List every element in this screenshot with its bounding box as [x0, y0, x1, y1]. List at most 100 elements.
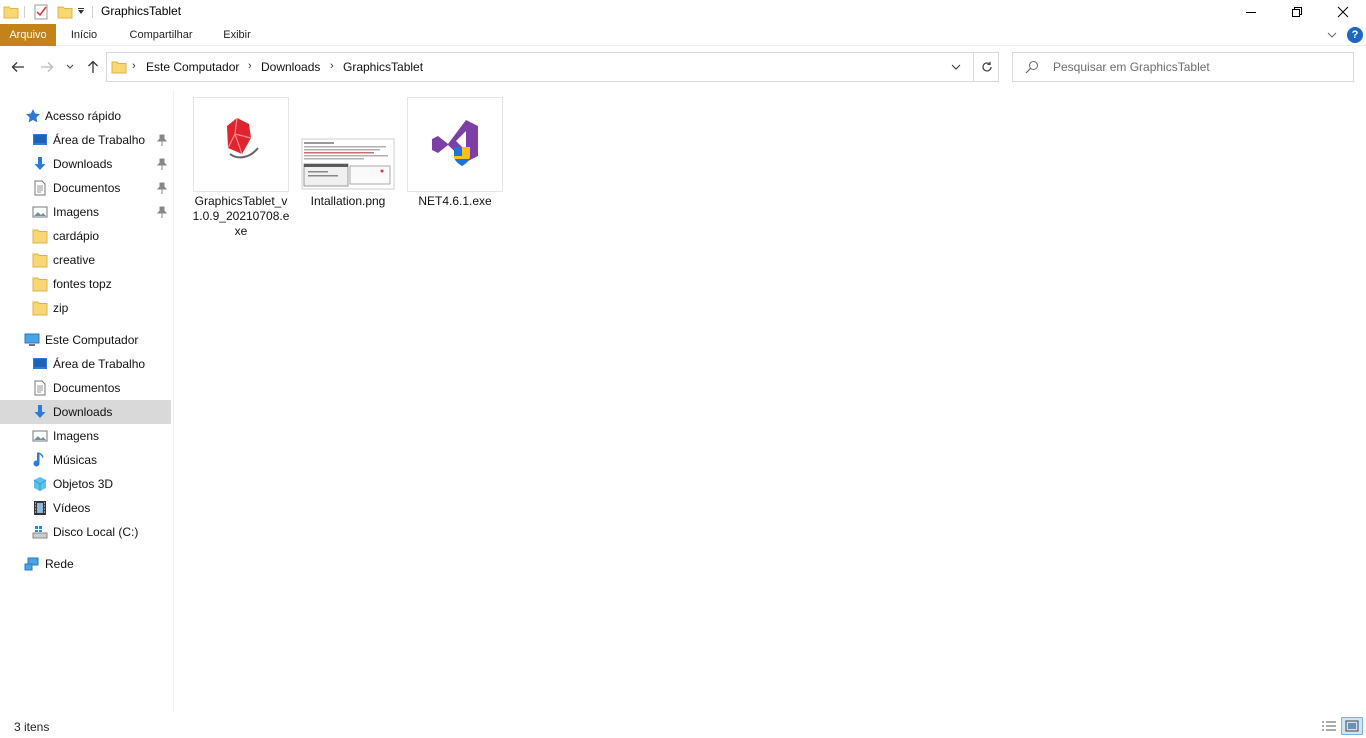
item-count: 3 itens [14, 720, 50, 734]
nav-label: Este Computador [45, 333, 139, 347]
nav-label: Downloads [53, 405, 113, 419]
navigation-pane: Acesso rápido Área de Trabalho Downloads… [0, 90, 172, 712]
folder-icon [3, 4, 19, 20]
up-button[interactable] [83, 57, 103, 77]
nav-item-pictures[interactable]: Imagens [0, 424, 171, 448]
pane-divider[interactable] [173, 90, 174, 712]
close-icon [1337, 6, 1349, 18]
nav-label: Downloads [53, 157, 113, 171]
nav-item-pictures[interactable]: Imagens [0, 200, 171, 224]
folder-icon [32, 277, 48, 292]
nav-item-local-disk[interactable]: Disco Local (C:) [0, 520, 171, 544]
search-icon [1025, 60, 1039, 77]
breadcrumb-chevron-icon[interactable]: › [248, 60, 252, 72]
visual-studio-shield-icon [407, 97, 503, 192]
nav-item-folder[interactable]: zip [0, 296, 171, 320]
tab-view[interactable]: Exibir [216, 24, 258, 46]
large-icons-view-icon [1345, 720, 1359, 732]
nav-label: Rede [45, 557, 74, 571]
nav-label: Vídeos [53, 501, 91, 515]
folder-icon [32, 229, 48, 244]
nav-label: Imagens [53, 429, 100, 443]
nav-item-music[interactable]: Músicas [0, 448, 171, 472]
pictures-icon [32, 206, 48, 218]
nav-item-downloads[interactable]: Downloads [0, 152, 171, 176]
tab-share[interactable]: Compartilhar [120, 24, 202, 46]
nav-item-documents[interactable]: Documentos [0, 376, 171, 400]
tab-file[interactable]: Arquivo [0, 24, 56, 46]
tab-home[interactable]: Início [62, 24, 106, 46]
pin-icon[interactable] [157, 134, 167, 146]
nav-item-folder[interactable]: creative [0, 248, 171, 272]
large-icons-view-button[interactable] [1341, 717, 1363, 735]
breadcrumb-item[interactable]: Downloads [261, 60, 320, 74]
cube-3d-icon [33, 477, 47, 491]
minimize-button[interactable] [1228, 0, 1274, 24]
expand-ribbon-chevron-icon[interactable] [1324, 27, 1340, 43]
folder-icon [32, 301, 48, 316]
image-thumbnail [300, 97, 396, 192]
music-note-icon [33, 452, 44, 467]
refresh-icon [981, 61, 992, 72]
properties-icon[interactable] [33, 4, 49, 20]
separator [24, 6, 25, 18]
nav-label: Imagens [53, 205, 100, 219]
restore-button[interactable] [1274, 0, 1320, 24]
pin-icon[interactable] [157, 158, 167, 170]
pin-icon[interactable] [157, 206, 167, 218]
nav-label: Área de Trabalho [53, 133, 146, 147]
breadcrumb-item[interactable]: Este Computador [146, 60, 239, 74]
back-button[interactable] [8, 57, 28, 77]
nav-item-folder[interactable]: cardápio [0, 224, 171, 248]
window-title: GraphicsTablet [101, 4, 182, 18]
nav-item-desktop[interactable]: Área de Trabalho [0, 352, 171, 376]
pin-icon[interactable] [157, 182, 167, 194]
nav-label: Disco Local (C:) [53, 525, 139, 539]
computer-icon [24, 333, 40, 346]
help-icon[interactable]: ? [1347, 27, 1363, 43]
details-view-button[interactable] [1319, 717, 1339, 735]
nav-quick-access[interactable]: Acesso rápido [0, 104, 171, 128]
refresh-button[interactable] [973, 53, 999, 81]
nav-label: zip [53, 301, 69, 315]
nav-item-documents[interactable]: Documentos [0, 176, 171, 200]
customize-toolbar-chevron-icon[interactable] [76, 4, 86, 20]
search-input[interactable]: Pesquisar em GraphicsTablet [1012, 52, 1354, 82]
minimize-icon [1246, 12, 1256, 13]
film-icon [34, 501, 46, 515]
nav-item-desktop[interactable]: Área de Trabalho [0, 128, 171, 152]
breadcrumb-chevron-icon[interactable]: › [330, 60, 334, 72]
file-name: GraphicsTablet_v1.0.9_20210708.exe [192, 194, 290, 238]
chevron-down-icon [66, 64, 74, 69]
arrow-left-icon [11, 62, 24, 72]
nav-item-downloads-selected[interactable]: Downloads [0, 400, 171, 424]
nav-label: Área de Trabalho [53, 357, 146, 371]
forward-button[interactable] [37, 57, 57, 77]
nav-label: Acesso rápido [45, 109, 122, 123]
new-folder-icon[interactable] [57, 4, 73, 20]
address-bar[interactable]: › Este Computador › Downloads › Graphics… [106, 52, 999, 82]
download-arrow-icon [34, 405, 46, 418]
recent-locations-button[interactable] [63, 57, 77, 77]
drive-icon [32, 526, 48, 539]
nav-item-3d-objects[interactable]: Objetos 3D [0, 472, 171, 496]
nav-label: Documentos [53, 381, 121, 395]
breadcrumb-chevron-icon[interactable]: › [132, 60, 136, 72]
arrow-up-icon [88, 60, 98, 73]
desktop-icon [33, 134, 47, 145]
folder-icon [32, 253, 48, 268]
graphics-tablet-app-icon [193, 97, 289, 192]
nav-item-videos[interactable]: Vídeos [0, 496, 171, 520]
address-history-button[interactable] [944, 53, 968, 81]
nav-label: Documentos [53, 181, 121, 195]
nav-item-folder[interactable]: fontes topz [0, 272, 171, 296]
restore-icon [1292, 7, 1302, 17]
nav-network[interactable]: Rede [0, 552, 171, 576]
breadcrumb-item[interactable]: GraphicsTablet [343, 60, 423, 74]
details-view-icon [1322, 721, 1336, 731]
search-placeholder: Pesquisar em GraphicsTablet [1053, 60, 1210, 74]
close-button[interactable] [1320, 0, 1366, 24]
arrow-right-icon [41, 62, 54, 72]
nav-label: fontes topz [53, 277, 112, 291]
nav-this-pc[interactable]: Este Computador [0, 328, 171, 352]
